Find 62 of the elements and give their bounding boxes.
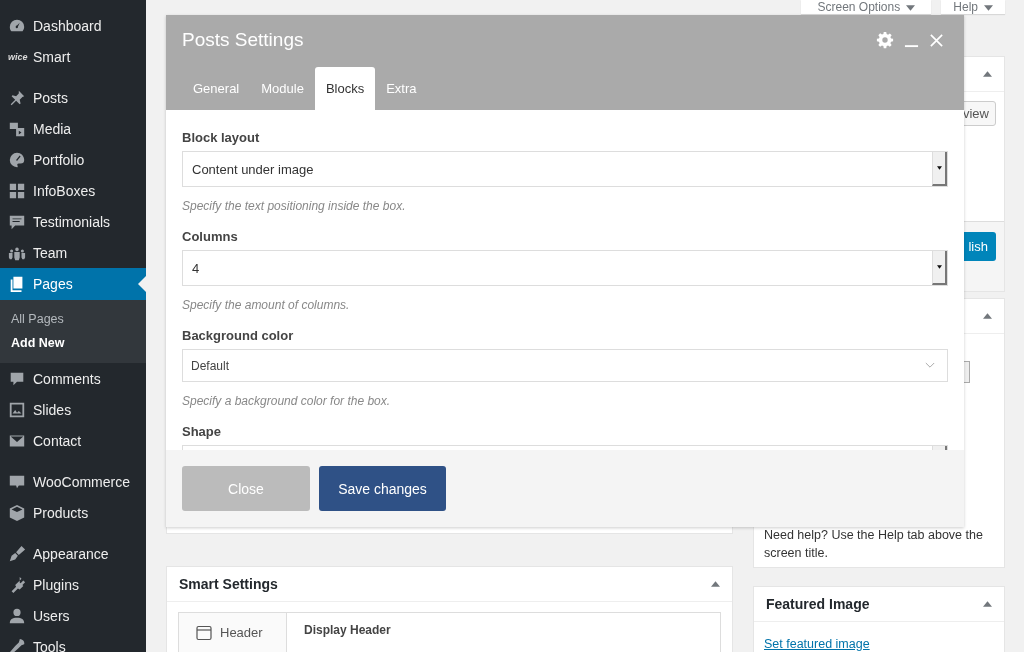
caret-icon [984, 5, 993, 11]
settings-tab[interactable]: Header [179, 613, 287, 652]
sidebar-item[interactable]: Products [0, 497, 146, 528]
field-description: Specify the text positioning inside the box. [182, 199, 407, 213]
sidebar-item[interactable]: Plugins [0, 569, 146, 600]
field-description: Specify the amount of columns. [182, 298, 351, 312]
sidebar-item[interactable]: Appearance [0, 538, 146, 569]
field-label: Columns [182, 229, 239, 244]
section-heading: Display Header [304, 623, 391, 637]
palette-icon [8, 150, 26, 169]
dialog-title: Posts Settings [182, 29, 304, 51]
toolbar-button[interactable]: Help [941, 0, 1005, 14]
sidebar-item[interactable]: Comments [0, 363, 146, 394]
cube-icon [8, 503, 26, 522]
help-text: Need help? Use the Help tab above the screen title. [764, 527, 984, 562]
collapse-arrow-icon[interactable] [983, 313, 992, 319]
toolbar-button[interactable]: Screen Options [801, 0, 932, 14]
field-label: Background color [182, 328, 295, 343]
sidebar-item[interactable]: InfoBoxes [0, 175, 146, 206]
collapse-arrow-icon[interactable] [711, 581, 720, 587]
brush-icon [8, 544, 26, 563]
submenu-item[interactable]: All Pages [0, 307, 146, 331]
caret-icon [936, 166, 942, 170]
collapse-arrow-icon[interactable] [983, 601, 992, 607]
sidebar-item[interactable]: Team [0, 237, 146, 268]
user-icon [8, 606, 26, 625]
sidebar-item[interactable]: Portfolio [0, 144, 146, 175]
window-icon [196, 625, 212, 641]
chevron-down-icon [925, 362, 935, 369]
sidebar-item[interactable]: Dashboard [0, 10, 146, 41]
tab[interactable]: Blocks [314, 67, 376, 110]
slides-icon [8, 400, 26, 419]
grid-icon [8, 181, 26, 200]
sidebar-item[interactable]: Slides [0, 394, 146, 425]
sidebar-item[interactable]: Contact [0, 425, 146, 456]
collapse-arrow-icon[interactable] [983, 71, 992, 77]
save-button[interactable]: Save changes [319, 466, 446, 511]
logo-text: wice [8, 51, 29, 62]
select-field[interactable]: Default [182, 349, 948, 382]
caret-icon [906, 5, 916, 11]
close-icon[interactable] [929, 32, 944, 48]
wrench-icon [8, 637, 26, 652]
sidebar-item[interactable]: Testimonials [0, 206, 146, 237]
sidebar-item[interactable]: Tools [0, 631, 146, 652]
panel-title: Smart Settings [179, 576, 278, 592]
field-label: Block layout [182, 130, 261, 145]
select-field[interactable]: 4 [182, 250, 948, 286]
set-image-link[interactable]: Set featured image [764, 637, 870, 651]
caret-icon [936, 265, 942, 269]
sidebar-item[interactable]: WooCommerce [0, 466, 146, 497]
submenu-item[interactable]: Add New [0, 331, 146, 355]
select-field[interactable]: Content under image [182, 151, 948, 187]
sidebar-item[interactable]: Media [0, 113, 146, 144]
settings-icon[interactable] [876, 31, 894, 49]
sidebar-item[interactable]: Pages [0, 268, 146, 300]
pin-icon [8, 88, 26, 107]
panel-title: Featured Image [766, 596, 870, 612]
sidebar-item[interactable]: wice Smart [0, 41, 146, 72]
field-label: Shape [182, 424, 222, 439]
sidebar-item[interactable]: Users [0, 600, 146, 631]
field-description: Specify a background color for the box. [182, 394, 392, 408]
sidebar-item[interactable]: Posts [0, 82, 146, 113]
